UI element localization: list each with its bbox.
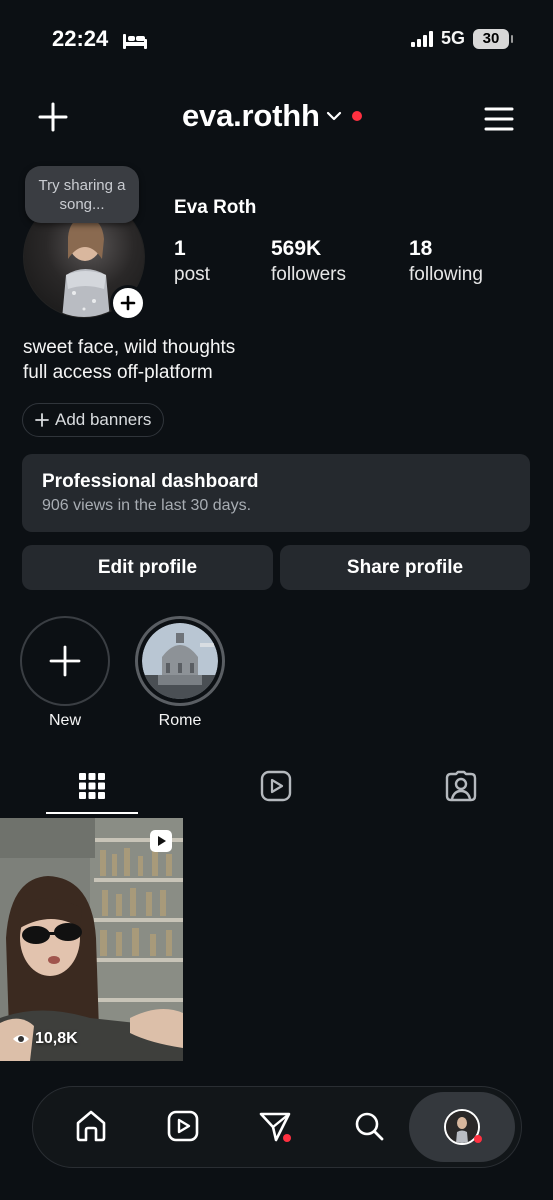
stat-following[interactable]: 18 following [409, 236, 483, 288]
highlight-cover-photo [142, 623, 218, 699]
plus-icon [35, 413, 49, 427]
status-indicators: 5G 30 [410, 28, 513, 49]
dashboard-title: Professional dashboard [42, 471, 259, 492]
add-banners-label: Add banners [55, 410, 152, 429]
edit-profile-button[interactable]: Edit profile [22, 545, 273, 590]
reels-icon [167, 1110, 199, 1142]
direct-messages-icon [259, 1112, 291, 1142]
reels-icon [260, 770, 292, 802]
nav-search[interactable] [346, 1103, 392, 1149]
notification-dot [351, 111, 362, 121]
bio-line: sweet face, wild thoughts [23, 337, 236, 358]
new-highlight-button[interactable] [20, 616, 110, 706]
stat-label: followers [271, 264, 346, 285]
highlight-label: Rome [158, 712, 202, 729]
plus-icon [38, 102, 68, 132]
nav-reels[interactable] [160, 1103, 206, 1149]
hamburger-menu-icon [484, 107, 514, 131]
bio: sweet face, wild thoughts full access of… [23, 335, 235, 385]
stat-value: 1 [174, 237, 186, 260]
nav-direct-messages[interactable] [252, 1103, 298, 1149]
highlight-label: New [48, 712, 81, 729]
post-image [0, 818, 183, 1061]
home-icon [76, 1110, 106, 1142]
chevron-down-icon [326, 111, 341, 121]
add-banners-button[interactable]: Add banners [22, 403, 165, 437]
dashboard-subtitle: 906 views in the last 30 days. [42, 497, 252, 514]
notification-dot [283, 1134, 291, 1142]
stat-value: 18 [409, 237, 433, 260]
add-story-button[interactable] [110, 285, 146, 321]
post-thumbnail[interactable] [0, 818, 183, 1061]
search-icon [355, 1112, 384, 1141]
share-profile-button[interactable]: Share profile [280, 545, 530, 590]
grid-icon [79, 773, 105, 799]
display-name: Eva Roth [174, 197, 257, 218]
tab-grid[interactable] [47, 764, 137, 808]
stat-followers[interactable]: 569K followers [271, 236, 346, 288]
professional-dashboard[interactable]: Professional dashboard 906 views in the … [22, 454, 530, 532]
stat-value: 569K [271, 237, 322, 260]
notification-dot [474, 1135, 482, 1143]
battery-level: 30 [482, 30, 500, 47]
note-bubble[interactable]: Try sharing a song... [25, 166, 139, 223]
username: eva.rothh [182, 98, 320, 133]
tagged-icon [445, 770, 477, 802]
network-type: 5G [440, 28, 465, 48]
plus-icon [120, 295, 136, 311]
battery-icon: 30 [473, 28, 513, 49]
sleep-focus-icon [123, 34, 147, 49]
signal-icon [410, 30, 433, 47]
active-tab-indicator [46, 812, 138, 814]
menu-button[interactable] [484, 106, 514, 132]
create-plus-button[interactable] [36, 100, 70, 134]
reel-badge-icon [150, 830, 172, 852]
stat-posts[interactable]: 1 post [174, 236, 210, 288]
nav-home[interactable] [68, 1103, 114, 1149]
account-switcher[interactable]: eva.rothh [182, 98, 362, 134]
status-time: 22:24 [52, 26, 109, 51]
stat-label: post [174, 264, 210, 285]
tab-reels[interactable] [231, 764, 321, 808]
highlight-rome[interactable] [135, 616, 225, 706]
stat-label: following [409, 264, 483, 285]
plus-icon [49, 645, 81, 677]
bio-line: full access off-platform [23, 362, 213, 383]
tab-tagged[interactable] [416, 764, 506, 808]
post-view-count: 10,8K [12, 1030, 78, 1048]
views-label: 10,8K [35, 1030, 78, 1047]
eye-icon [13, 1035, 29, 1043]
